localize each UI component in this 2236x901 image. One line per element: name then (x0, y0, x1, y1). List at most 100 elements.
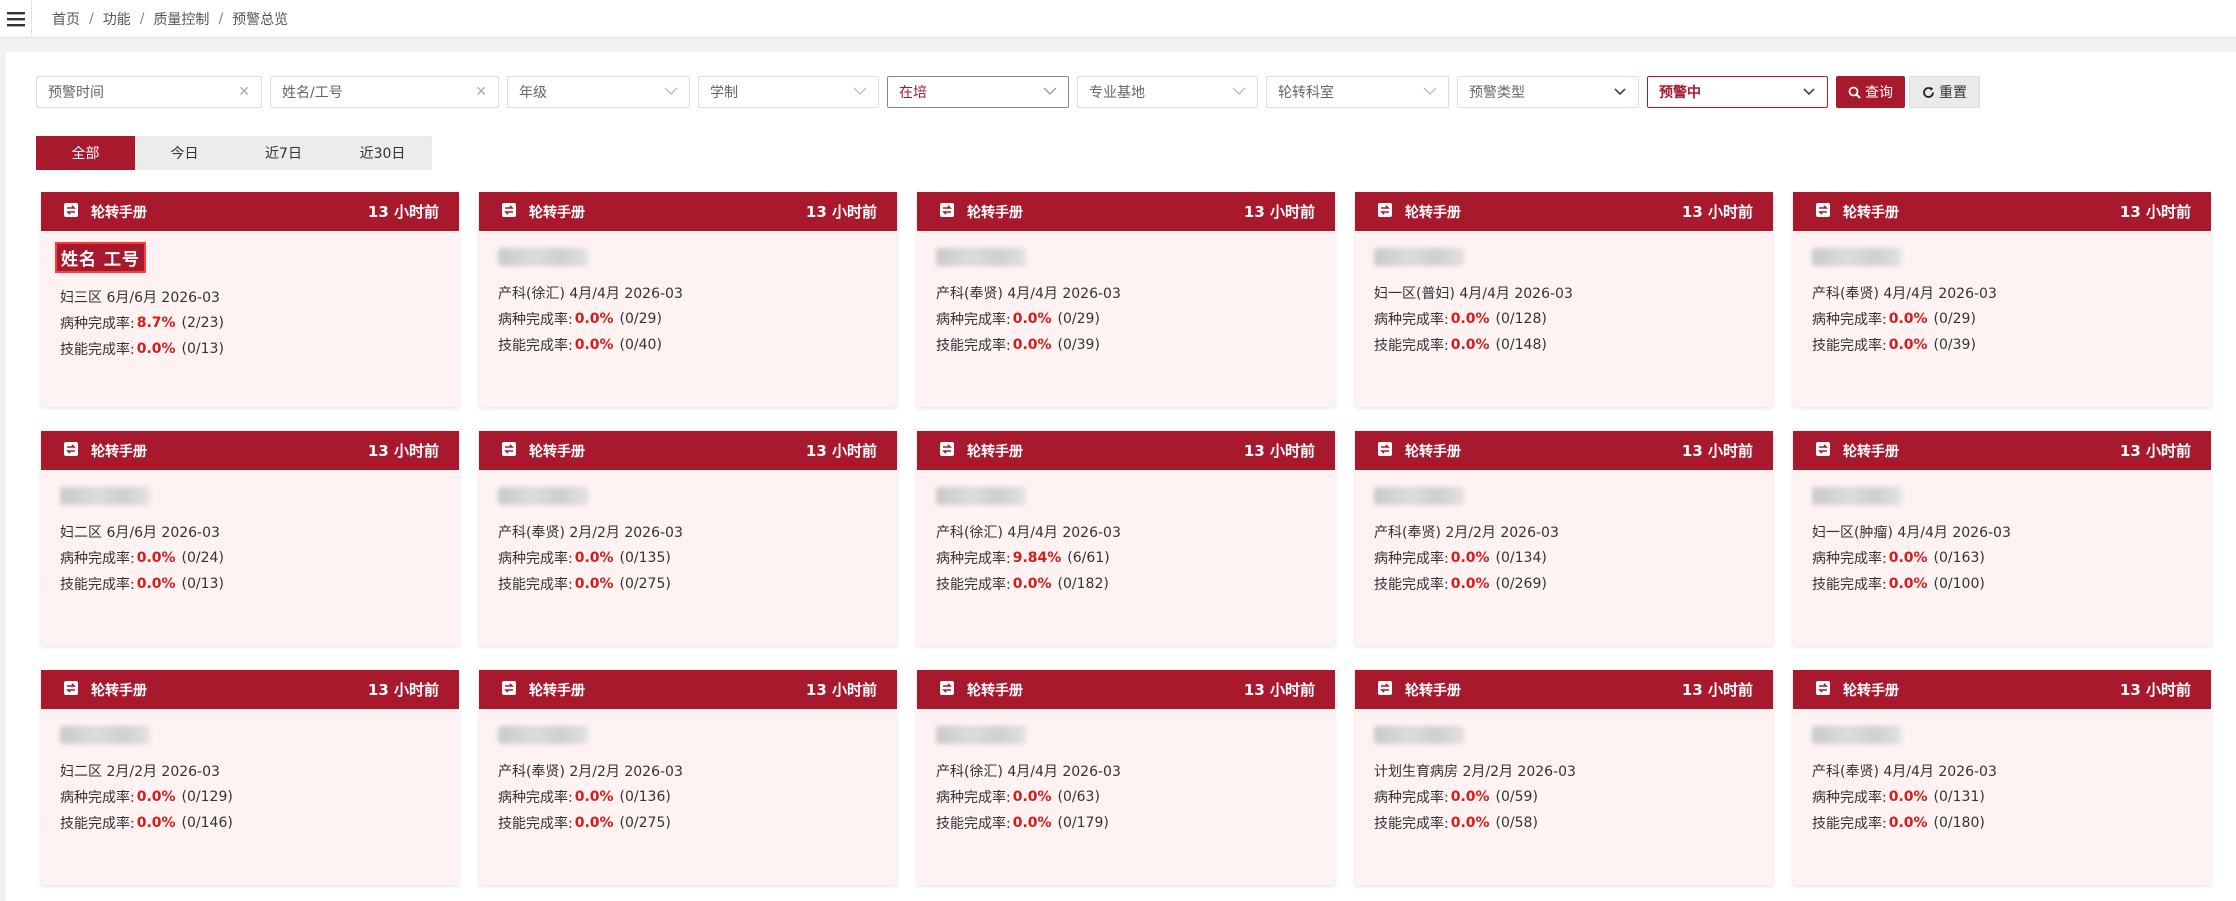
skill-rate-count: (0/180) (1933, 815, 1985, 831)
breadcrumb-function[interactable]: 功能 (103, 9, 131, 29)
warning-card[interactable]: 轮转手册 13 小时前 产科(徐汇) 4月/4月 2026-03 病种完成率: … (479, 192, 897, 407)
warn-time-placeholder: 预警时间 (48, 85, 104, 101)
disease-rate-count: (0/29) (1057, 311, 1100, 327)
card-body: 计划生育病房 2月/2月 2026-03 病种完成率: 0.0% (0/59) … (1355, 709, 1773, 836)
card-time: 13 小时前 (1243, 203, 1315, 221)
tab-today[interactable]: 今日 (135, 136, 234, 170)
disease-rate-row: 病种完成率: 0.0% (0/128) (1374, 306, 1773, 332)
skill-rate-count: (0/40) (619, 337, 662, 353)
warn-type-placeholder: 预警类型 (1469, 85, 1525, 101)
warning-card[interactable]: 轮转手册 13 小时前 产科(奉贤) 2月/2月 2026-03 病种完成率: … (1355, 431, 1773, 646)
card-body: 产科(奉贤) 4月/4月 2026-03 病种完成率: 0.0% (0/29) … (917, 231, 1335, 358)
card-info: 妇二区 2月/2月 2026-03 (60, 764, 220, 780)
card-info: 产科(奉贤) 2月/2月 2026-03 (498, 764, 683, 780)
query-button[interactable]: 查询 (1836, 76, 1905, 108)
warning-card[interactable]: 轮转手册 13 小时前 姓名 工号 妇三区 6月/6月 2026-03 病种完成… (41, 192, 459, 407)
disease-rate-row: 病种完成率: 0.0% (0/134) (1374, 545, 1773, 571)
redacted-name (498, 726, 588, 744)
card-info: 产科(奉贤) 2月/2月 2026-03 (498, 525, 683, 541)
card-info: 产科(奉贤) 4月/4月 2026-03 (936, 286, 1121, 302)
warning-card[interactable]: 轮转手册 13 小时前 妇一区(肿瘤) 4月/4月 2026-03 病种完成率:… (1793, 431, 2211, 646)
clear-icon[interactable]: ✕ (475, 84, 487, 100)
top-bar: 首页 / 功能 / 质量控制 / 预警总览 (0, 0, 2236, 38)
skill-rate-row: 技能完成率: 0.0% (0/179) (936, 810, 1335, 836)
disease-rate-row: 病种完成率: 0.0% (0/136) (498, 784, 897, 810)
skill-rate-value: 0.0% (136, 576, 176, 592)
disease-rate-label: 病种完成率: (498, 312, 573, 328)
card-title: 轮转手册 (91, 682, 147, 699)
breadcrumb-home[interactable]: 首页 (52, 9, 80, 29)
skill-rate-count: (0/100) (1933, 576, 1985, 592)
school-system-select[interactable]: 学制 (698, 76, 879, 108)
warning-card[interactable]: 轮转手册 13 小时前 产科(奉贤) 4月/4月 2026-03 病种完成率: … (1793, 670, 2211, 885)
card-header: 轮转手册 13 小时前 (1793, 670, 2211, 709)
breadcrumb-quality[interactable]: 质量控制 (153, 9, 209, 29)
card-title: 轮转手册 (1843, 443, 1899, 460)
grade-select[interactable]: 年级 (507, 76, 690, 108)
skill-rate-value: 0.0% (574, 815, 614, 831)
warning-card[interactable]: 轮转手册 13 小时前 产科(奉贤) 2月/2月 2026-03 病种完成率: … (479, 431, 897, 646)
tab-7days[interactable]: 近7日 (234, 136, 333, 170)
skill-rate-count: (0/39) (1057, 337, 1100, 353)
filter-bar: 预警时间 ✕ 姓名/工号 ✕ 年级 学制 在培 专业基地 轮转科室 预警类型 预警中… (36, 76, 1980, 108)
skill-rate-row: 技能完成率: 0.0% (0/182) (936, 571, 1335, 597)
warning-card[interactable]: 轮转手册 13 小时前 产科(奉贤) 2月/2月 2026-03 病种完成率: … (479, 670, 897, 885)
name-id-input[interactable]: 姓名/工号 ✕ (270, 76, 499, 108)
card-time: 13 小时前 (1243, 442, 1315, 460)
disease-rate-count: (0/24) (181, 550, 224, 566)
tab-30days[interactable]: 近30日 (333, 136, 432, 170)
skill-rate-row: 技能完成率: 0.0% (0/100) (1812, 571, 2211, 597)
warning-card[interactable]: 轮转手册 13 小时前 计划生育病房 2月/2月 2026-03 病种完成率: … (1355, 670, 1773, 885)
warn-type-select[interactable]: 预警类型 (1457, 76, 1639, 108)
card-time: 13 小时前 (367, 442, 439, 460)
menu-icon[interactable] (0, 0, 32, 38)
disease-rate-count: (0/59) (1495, 789, 1538, 805)
dept-select[interactable]: 轮转科室 (1266, 76, 1449, 108)
warning-card[interactable]: 轮转手册 13 小时前 产科(徐汇) 4月/4月 2026-03 病种完成率: … (917, 431, 1335, 646)
refresh-icon (1923, 86, 1934, 98)
warning-card[interactable]: 轮转手册 13 小时前 妇二区 6月/6月 2026-03 病种完成率: 0.0… (41, 431, 459, 646)
disease-rate-count: (0/29) (619, 311, 662, 327)
card-time: 13 小时前 (367, 203, 439, 221)
reset-button[interactable]: 重置 (1909, 76, 1980, 108)
rotation-book-icon (1377, 680, 1405, 700)
warn-time-input[interactable]: 预警时间 ✕ (36, 76, 262, 108)
skill-rate-value: 0.0% (1450, 576, 1490, 592)
redacted-name (936, 726, 1026, 744)
skill-rate-label: 技能完成率: (60, 342, 135, 358)
redacted-name (60, 726, 150, 744)
redacted-name (1374, 248, 1464, 266)
rotation-book-icon (1377, 202, 1405, 222)
warn-state-select[interactable]: 预警中 (1647, 76, 1828, 108)
warning-card[interactable]: 轮转手册 13 小时前 妇二区 2月/2月 2026-03 病种完成率: 0.0… (41, 670, 459, 885)
skill-rate-row: 技能完成率: 0.0% (0/13) (60, 571, 459, 597)
status-select[interactable]: 在培 (887, 76, 1069, 108)
base-select[interactable]: 专业基地 (1077, 76, 1258, 108)
main-panel: 预警时间 ✕ 姓名/工号 ✕ 年级 学制 在培 专业基地 轮转科室 预警类型 预警中… (6, 52, 2236, 901)
tab-all[interactable]: 全部 (36, 136, 135, 170)
clear-icon[interactable]: ✕ (238, 84, 250, 100)
warning-card[interactable]: 轮转手册 13 小时前 产科(徐汇) 4月/4月 2026-03 病种完成率: … (917, 670, 1335, 885)
disease-rate-label: 病种完成率: (1812, 551, 1887, 567)
skill-rate-label: 技能完成率: (936, 338, 1011, 354)
skill-rate-count: (0/13) (181, 341, 224, 357)
rotation-book-icon (1815, 202, 1843, 222)
disease-rate-row: 病种完成率: 0.0% (0/63) (936, 784, 1335, 810)
warning-card[interactable]: 轮转手册 13 小时前 妇一区(普妇) 4月/4月 2026-03 病种完成率:… (1355, 192, 1773, 407)
skill-rate-count: (0/275) (619, 576, 671, 592)
card-body: 产科(奉贤) 4月/4月 2026-03 病种完成率: 0.0% (0/29) … (1793, 231, 2211, 358)
card-title: 轮转手册 (967, 443, 1023, 460)
disease-rate-value: 0.0% (1888, 311, 1928, 327)
skill-rate-row: 技能完成率: 0.0% (0/275) (498, 571, 897, 597)
rotation-book-icon (1815, 680, 1843, 700)
warning-card[interactable]: 轮转手册 13 小时前 产科(奉贤) 4月/4月 2026-03 病种完成率: … (1793, 192, 2211, 407)
disease-rate-value: 0.0% (1888, 789, 1928, 805)
card-time: 13 小时前 (805, 681, 877, 699)
warning-card[interactable]: 轮转手册 13 小时前 产科(奉贤) 4月/4月 2026-03 病种完成率: … (917, 192, 1335, 407)
warn-state-value: 预警中 (1659, 85, 1701, 101)
disease-rate-row: 病种完成率: 0.0% (0/24) (60, 545, 459, 571)
skill-rate-value: 0.0% (1012, 815, 1052, 831)
status-value: 在培 (899, 85, 927, 101)
card-header: 轮转手册 13 小时前 (1793, 192, 2211, 231)
rotation-book-icon (63, 202, 91, 222)
